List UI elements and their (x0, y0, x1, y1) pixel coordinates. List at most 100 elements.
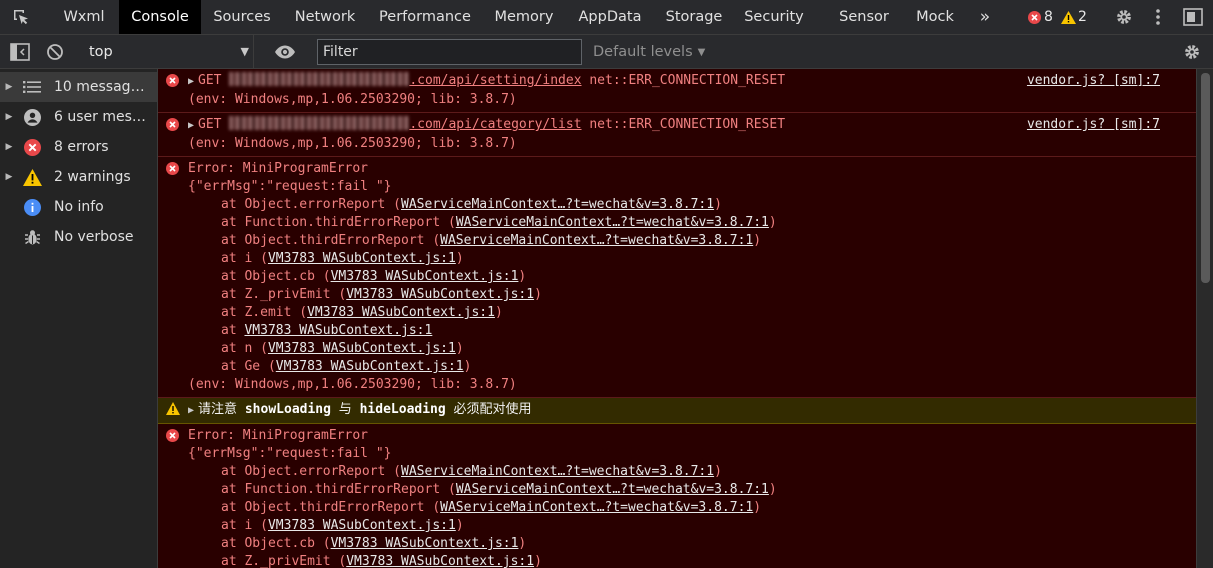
tab-memory[interactable]: Memory (484, 0, 564, 34)
console-message-warning[interactable]: ▶ 请注意 showLoading 与 hideLoading 必须配对使用 (158, 398, 1196, 424)
error-icon (166, 429, 179, 448)
stack-location-link[interactable]: WAServiceMainContext…?t=wechat&v=3.8.7:1 (401, 464, 714, 479)
console-message-network-error[interactable]: ▶ GET .com/api/setting/index net::ERR_CON… (158, 69, 1196, 113)
tab-wxml[interactable]: Wxml (52, 0, 116, 34)
redacted-url-host (229, 72, 410, 86)
console-message-network-error[interactable]: ▶ GET .com/api/category/list net::ERR_CON… (158, 113, 1196, 157)
warning-icon (18, 168, 46, 186)
dropdown-arrow-icon: ▼ (240, 45, 249, 58)
sidebar-item-user-messages[interactable]: ▶ 6 user mess... (0, 102, 157, 132)
expand-arrow-icon[interactable]: ▶ (0, 142, 18, 152)
info-icon (18, 198, 46, 216)
more-tabs-button[interactable]: » (972, 0, 998, 34)
tab-appdata[interactable]: AppData (570, 0, 650, 34)
stack-frame: at Object.errorReport (WAServiceMainCont… (221, 197, 722, 212)
stack-location-link[interactable]: VM3783 WASubContext.js:1 (268, 341, 456, 356)
error-title: Error: MiniProgramError (188, 161, 369, 176)
console-scrollbar[interactable] (1196, 69, 1213, 568)
console-toolbar: top ▼ Default levels ▼ (0, 35, 1213, 69)
stack-location-link[interactable]: VM3783 WASubContext.js:1 (346, 554, 534, 568)
sidebar-item-info[interactable]: No info (0, 192, 157, 222)
tab-performance[interactable]: Performance (372, 0, 478, 34)
stack-location-link[interactable]: VM3783 WASubContext.js:1 (307, 305, 495, 320)
error-icon (166, 74, 179, 93)
sidebar-toggle-icon[interactable] (10, 35, 30, 69)
stack-location-link[interactable]: VM3783 WASubContext.js:1 (331, 536, 519, 551)
sidebar-item-label: 6 user mess... (54, 109, 146, 125)
stack-trace: at Object.errorReport (WAServiceMainCont… (188, 196, 1196, 376)
stack-location-link[interactable]: VM3783 WASubContext.js:1 (268, 518, 456, 533)
stack-location-link[interactable]: VM3783 WASubContext.js:1 (346, 287, 534, 302)
expand-arrow-icon[interactable]: ▶ (0, 172, 18, 182)
tab-mock[interactable]: Mock (904, 0, 966, 34)
redacted-url-host (229, 116, 410, 130)
stack-frame: at Ge (VM3783 WASubContext.js:1) (221, 359, 472, 374)
tab-network[interactable]: Network (284, 0, 366, 34)
tab-sensor[interactable]: Sensor (830, 0, 898, 34)
sidebar-item-verbose[interactable]: No verbose (0, 222, 157, 252)
warning-text: ▶ 请注意 showLoading 与 hideLoading 必须配对使用 (188, 402, 532, 417)
more-options-icon[interactable] (1148, 0, 1168, 34)
inspect-element-icon[interactable] (6, 0, 36, 34)
source-link[interactable]: vendor.js? [sm]:7 (1027, 72, 1160, 90)
stack-frame: at Function.thirdErrorReport (WAServiceM… (221, 215, 777, 230)
expand-arrow-icon[interactable]: ▶ (0, 82, 18, 92)
expand-triangle-icon[interactable]: ▶ (188, 405, 194, 416)
tab-security[interactable]: Security (738, 0, 810, 34)
error-title: Error: MiniProgramError (188, 428, 369, 443)
tab-storage[interactable]: Storage (656, 0, 732, 34)
source-link[interactable]: vendor.js? [sm]:7 (1027, 116, 1160, 134)
bug-icon (18, 229, 46, 246)
env-info: (env: Windows,mp,1.06.2503290; lib: 3.8.… (188, 92, 517, 107)
request-status: net::ERR_CONNECTION_RESET (589, 117, 786, 132)
stack-location-link[interactable]: VM3783 WASubContext.js:1 (244, 323, 432, 338)
request-method: GET (198, 117, 222, 132)
scrollbar-thumb[interactable] (1201, 73, 1210, 283)
sidebar-item-label: 10 messages (54, 79, 146, 95)
stack-location-link[interactable]: WAServiceMainContext…?t=wechat&v=3.8.7:1 (456, 482, 769, 497)
dock-side-icon[interactable] (1180, 0, 1206, 34)
request-method: GET (198, 73, 222, 88)
stack-frame: at Function.thirdErrorReport (WAServiceM… (221, 482, 777, 497)
env-info: (env: Windows,mp,1.06.2503290; lib: 3.8.… (188, 136, 517, 151)
sidebar-item-label: No verbose (54, 229, 134, 245)
console-settings-gear-icon[interactable] (1183, 35, 1201, 69)
expand-arrow-icon[interactable]: ▶ (0, 112, 18, 122)
warning-count-icon (1059, 0, 1077, 34)
tab-sources[interactable]: Sources (205, 0, 279, 34)
console-message-error[interactable]: Error: MiniProgramError {"errMsg":"reque… (158, 424, 1196, 568)
request-url-link[interactable]: .com/api/setting/index (409, 73, 581, 88)
stack-frame: at Object.cb (VM3783 WASubContext.js:1) (221, 536, 527, 551)
sidebar-item-label: 2 warnings (54, 169, 131, 185)
sidebar-item-warnings[interactable]: ▶ 2 warnings (0, 162, 157, 192)
stack-location-link[interactable]: VM3783 WASubContext.js:1 (276, 359, 464, 374)
context-value: top (89, 44, 113, 60)
request-status: net::ERR_CONNECTION_RESET (589, 73, 786, 88)
list-icon (18, 80, 46, 94)
log-levels-dropdown[interactable]: Default levels ▼ (593, 35, 705, 69)
sidebar-item-errors[interactable]: ▶ 8 errors (0, 132, 157, 162)
expand-triangle-icon[interactable]: ▶ (188, 76, 194, 87)
stack-location-link[interactable]: WAServiceMainContext…?t=wechat&v=3.8.7:1 (401, 197, 714, 212)
filter-input[interactable] (317, 39, 582, 65)
error-payload: {"errMsg":"request:fail "} (188, 446, 392, 461)
sidebar-item-messages[interactable]: ▶ 10 messages (0, 72, 157, 102)
tab-console[interactable]: Console (119, 0, 201, 34)
expand-triangle-icon[interactable]: ▶ (188, 120, 194, 131)
stack-location-link[interactable]: WAServiceMainContext…?t=wechat&v=3.8.7:1 (456, 215, 769, 230)
stack-location-link[interactable]: WAServiceMainContext…?t=wechat&v=3.8.7:1 (440, 233, 753, 248)
console-message-error[interactable]: Error: MiniProgramError {"errMsg":"reque… (158, 157, 1196, 398)
stack-frame: at Object.thirdErrorReport (WAServiceMai… (221, 500, 762, 515)
stack-frame: at Object.errorReport (WAServiceMainCont… (221, 464, 722, 479)
stack-location-link[interactable]: WAServiceMainContext…?t=wechat&v=3.8.7:1 (440, 500, 753, 515)
request-url-link[interactable]: .com/api/category/list (409, 117, 581, 132)
context-selector[interactable]: top ▼ (76, 35, 254, 69)
settings-gear-icon[interactable] (1112, 0, 1136, 34)
clear-console-icon[interactable] (46, 35, 64, 69)
user-icon (18, 108, 46, 126)
live-expression-eye-icon[interactable] (274, 35, 296, 69)
error-count: 8 (1044, 9, 1053, 25)
stack-trace: at Object.errorReport (WAServiceMainCont… (188, 463, 1196, 568)
stack-location-link[interactable]: VM3783 WASubContext.js:1 (268, 251, 456, 266)
stack-location-link[interactable]: VM3783 WASubContext.js:1 (331, 269, 519, 284)
